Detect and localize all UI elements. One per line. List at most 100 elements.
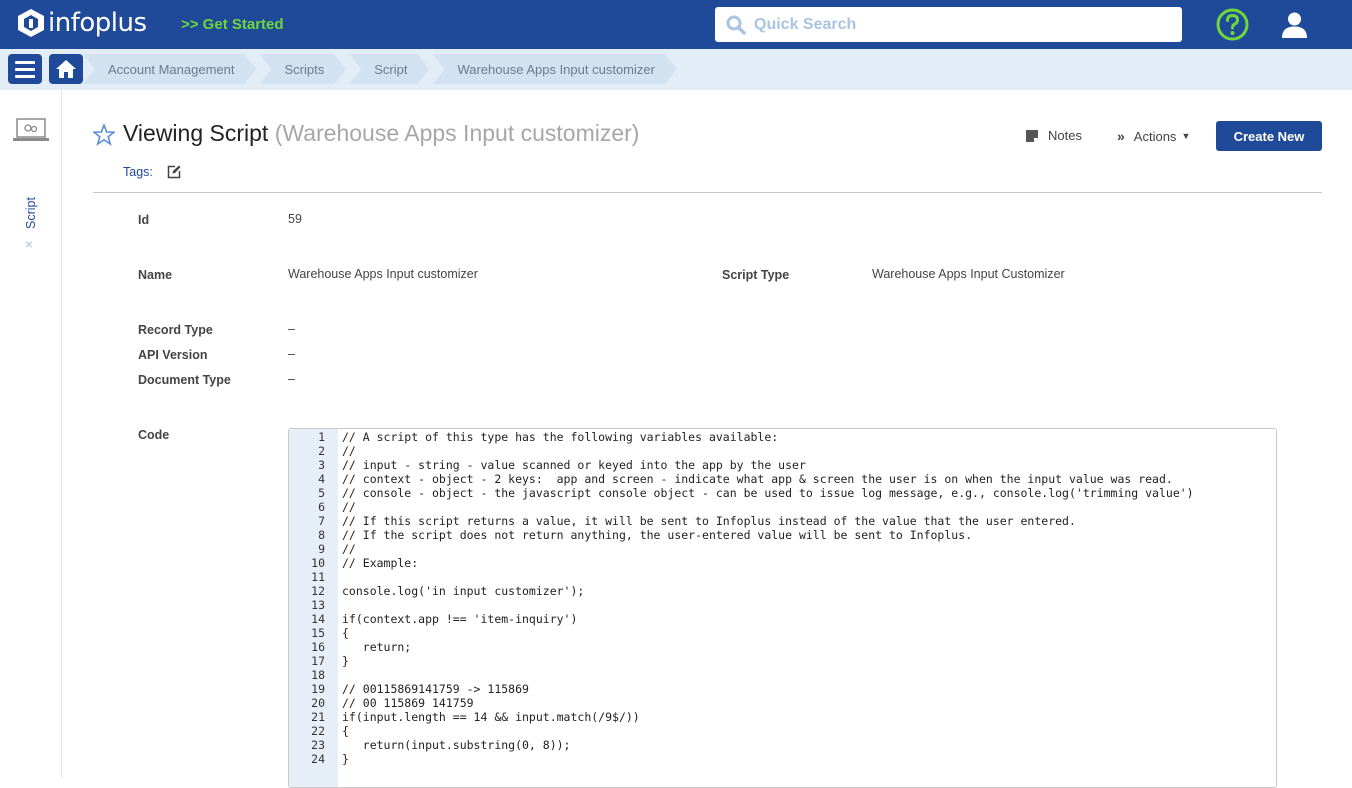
line-number: 19 xyxy=(311,682,325,696)
line-number: 5 xyxy=(318,486,325,500)
script-type-label: Script Type xyxy=(722,268,790,282)
laptop-gears-icon[interactable] xyxy=(12,116,50,144)
code-text: { xyxy=(342,724,349,738)
quick-search-box[interactable] xyxy=(715,7,1182,42)
code-text: return; xyxy=(342,640,412,654)
breadcrumb-item[interactable]: Scripts xyxy=(259,54,346,84)
page-title-main: Viewing Script xyxy=(123,120,269,146)
star-icon[interactable] xyxy=(93,124,115,146)
api-version-value: – xyxy=(288,347,295,361)
infoplus-logo-icon xyxy=(18,9,44,37)
code-text: console.log('in input customizer'); xyxy=(342,584,585,598)
line-number: 1 xyxy=(318,430,325,444)
code-text: } xyxy=(342,654,349,668)
menu-button[interactable] xyxy=(8,54,42,84)
line-number: 6 xyxy=(318,500,325,514)
code-text: { xyxy=(342,626,349,640)
line-number: 15 xyxy=(311,626,325,640)
search-icon xyxy=(726,15,746,35)
line-number: 2 xyxy=(318,444,325,458)
line-number: 4 xyxy=(318,472,325,486)
code-text: // xyxy=(342,500,356,514)
line-number: 11 xyxy=(311,570,325,584)
search-input[interactable] xyxy=(754,15,1154,34)
hamburger-icon-bar xyxy=(15,74,35,78)
breadcrumb: Account Management Scripts Script Wareho… xyxy=(83,54,680,84)
code-text: // 00115869141759 -> 115869 xyxy=(342,682,529,696)
breadcrumb-item[interactable]: Warehouse Apps Input customizer xyxy=(432,54,677,84)
line-number: 8 xyxy=(318,528,325,542)
code-text: if(context.app !== 'item-inquiry') xyxy=(342,612,578,626)
logo-text: infoplus xyxy=(48,8,147,38)
code-text: // console - object - the javascript con… xyxy=(342,486,1194,500)
breadcrumb-bar: Account Management Scripts Script Wareho… xyxy=(0,49,1352,90)
line-number: 7 xyxy=(318,514,325,528)
record-type-value: – xyxy=(288,322,295,336)
code-text: } xyxy=(342,752,349,766)
actions-label: Actions xyxy=(1133,128,1177,144)
code-text: // xyxy=(342,444,356,458)
code-editor[interactable]: 1 // A script of this type has the follow… xyxy=(288,428,1277,788)
code-text: // context - object - 2 keys: app and sc… xyxy=(342,472,1173,486)
record-type-label: Record Type xyxy=(138,323,213,337)
script-type-value: Warehouse Apps Input Customizer xyxy=(872,267,1065,281)
name-value: Warehouse Apps Input customizer xyxy=(288,267,478,281)
line-number: 10 xyxy=(311,556,325,570)
notes-label: Notes xyxy=(1048,128,1082,143)
help-icon[interactable] xyxy=(1216,8,1249,41)
line-number: 14 xyxy=(311,612,325,626)
side-tab-label: Script xyxy=(24,197,38,229)
line-number: 9 xyxy=(318,542,325,556)
id-value: 59 xyxy=(288,212,302,226)
page-title: Viewing Script (Warehouse Apps Input cus… xyxy=(123,120,639,147)
line-number: 12 xyxy=(311,584,325,598)
tags-row: Tags: xyxy=(123,165,181,179)
line-number: 13 xyxy=(311,598,325,612)
hamburger-icon-bar xyxy=(15,67,35,71)
name-label: Name xyxy=(138,268,173,282)
code-text: // If this script returns a value, it wi… xyxy=(342,514,1076,528)
code-text: return(input.substring(0, 8)); xyxy=(342,738,571,752)
code-text: if(input.length == 14 && input.match(/9$… xyxy=(342,710,640,724)
notes-icon xyxy=(1026,129,1038,142)
breadcrumb-item[interactable]: Account Management xyxy=(83,54,256,84)
get-started-link[interactable]: >> Get Started xyxy=(181,16,284,33)
home-icon xyxy=(56,60,76,78)
page-title-subtitle: (Warehouse Apps Input customizer) xyxy=(274,120,640,146)
edit-icon[interactable] xyxy=(167,165,181,179)
caret-down-icon: ▼ xyxy=(1181,131,1191,141)
code-text: // xyxy=(342,542,356,556)
code-text: // input - string - value scanned or key… xyxy=(342,458,806,472)
line-number: 20 xyxy=(311,696,325,710)
breadcrumb-item[interactable]: Script xyxy=(349,54,429,84)
notes-button[interactable]: Notes xyxy=(1026,128,1082,143)
line-number: 24 xyxy=(311,752,325,766)
line-number: 16 xyxy=(311,640,325,654)
header-divider xyxy=(93,192,1322,193)
code-label: Code xyxy=(138,428,170,442)
hamburger-icon-bar xyxy=(15,60,35,64)
api-version-label: API Version xyxy=(138,348,208,362)
user-icon[interactable] xyxy=(1281,11,1308,38)
close-icon[interactable]: × xyxy=(25,236,33,252)
document-type-value: – xyxy=(288,372,295,386)
code-text: // If the script does not return anythin… xyxy=(342,528,973,542)
document-type-label: Document Type xyxy=(138,373,231,387)
code-text: // Example: xyxy=(342,556,419,570)
code-text: // A script of this type has the followi… xyxy=(342,430,779,444)
side-rail: Script × xyxy=(0,90,62,778)
line-number: 17 xyxy=(311,654,325,668)
line-number: 18 xyxy=(311,668,325,682)
line-number: 23 xyxy=(311,738,325,752)
create-new-button[interactable]: Create New xyxy=(1216,121,1322,151)
side-tab-script[interactable]: Script xyxy=(24,193,38,229)
line-number: 22 xyxy=(311,724,325,738)
top-header: infoplus >> Get Started xyxy=(0,0,1352,49)
double-chevron-icon: » xyxy=(1117,128,1125,144)
tags-label: Tags: xyxy=(123,165,153,179)
actions-dropdown[interactable]: » Actions ▼ xyxy=(1117,128,1190,144)
logo[interactable]: infoplus xyxy=(17,8,147,38)
line-number: 3 xyxy=(318,458,325,472)
home-button[interactable] xyxy=(49,54,83,84)
code-text: // 00 115869 141759 xyxy=(342,696,474,710)
